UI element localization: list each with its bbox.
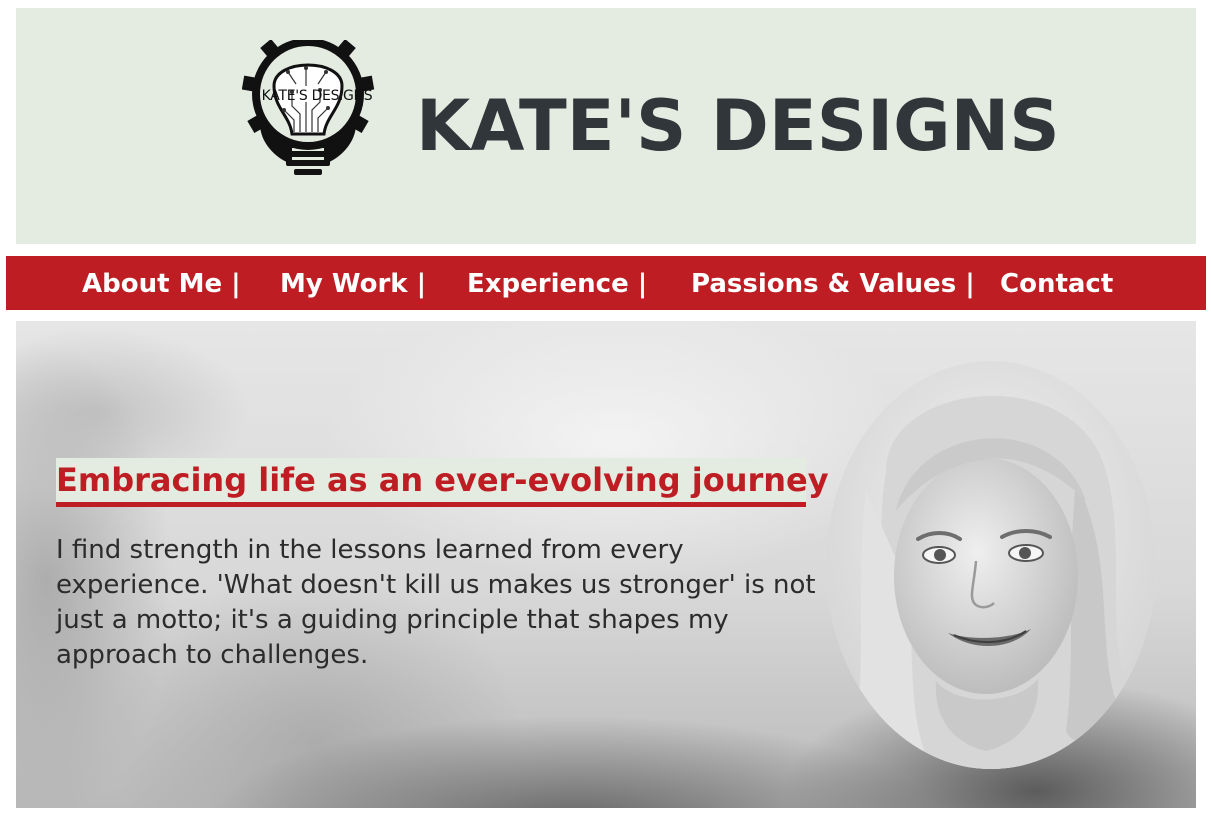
main-nav: About Me | My Work | Experience | Passio… — [6, 256, 1206, 310]
nav-item-about-me[interactable]: About Me | — [82, 256, 241, 310]
nav-item-passions-values[interactable]: Passions & Values | — [691, 256, 975, 310]
logo[interactable]: KATE'S DESIGNS — [241, 28, 392, 184]
nav-item-contact[interactable]: Contact — [1000, 256, 1113, 310]
portrait-image — [826, 361, 1156, 769]
site-title: KATE'S DESIGNS — [416, 85, 1060, 167]
lightbulb-gear-icon — [241, 28, 375, 175]
hero-paragraph: I find strength in the lessons learned f… — [56, 535, 816, 670]
logo-text: KATE'S DESIGNS — [261, 88, 373, 104]
site-header: KATE'S DESIGNS KATE'S DESIGNS — [16, 8, 1196, 244]
hero-section: Embracing life as an ever-evolving journ… — [16, 321, 1196, 808]
hero-heading: Embracing life as an ever-evolving journ… — [56, 458, 829, 507]
nav-item-experience[interactable]: Experience | — [467, 256, 647, 310]
nav-item-my-work[interactable]: My Work | — [280, 256, 426, 310]
portrait-photo — [826, 361, 1156, 769]
